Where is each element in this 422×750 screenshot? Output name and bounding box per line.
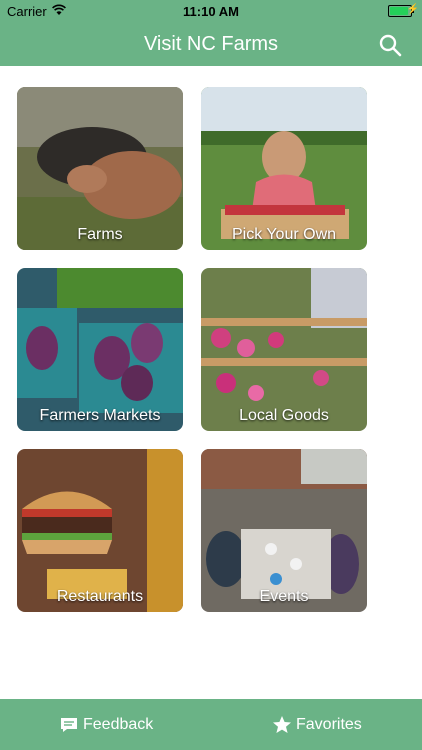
tile-local-goods[interactable]: Local Goods <box>201 268 367 431</box>
status-bar: Carrier 11:10 AM ⚡ <box>0 0 422 22</box>
tile-pick-your-own[interactable]: Pick Your Own <box>201 87 367 250</box>
tile-farms[interactable]: Farms <box>17 87 183 250</box>
tab-label: Feedback <box>83 715 154 733</box>
tab-feedback[interactable]: Feedback <box>59 699 153 750</box>
tab-label: Favorites <box>296 715 362 733</box>
tile-label: Farmers Markets <box>39 407 161 424</box>
tile-events[interactable]: Events <box>201 449 367 612</box>
nav-bar: Visit NC Farms <box>0 22 422 66</box>
search-icon[interactable] <box>378 33 402 57</box>
tile-label: Restaurants <box>56 588 144 605</box>
star-icon <box>273 715 291 733</box>
tile-label: Events <box>259 588 309 605</box>
page-title: Visit NC Farms <box>143 33 279 55</box>
tab-favorites[interactable]: Favorites <box>272 699 362 750</box>
tile-label: Pick Your Own <box>231 226 337 243</box>
charging-icon: ⚡ <box>406 4 419 15</box>
tab-bar: Feedback Favorites <box>0 699 422 750</box>
clock: 11:10 AM <box>183 4 239 19</box>
tile-restaurants[interactable]: Restaurants <box>17 449 183 612</box>
tile-label: Local Goods <box>239 407 329 424</box>
tile-label: Farms <box>77 226 123 243</box>
tile-farmers-markets[interactable]: Farmers Markets <box>17 268 183 431</box>
chat-icon <box>61 717 77 732</box>
